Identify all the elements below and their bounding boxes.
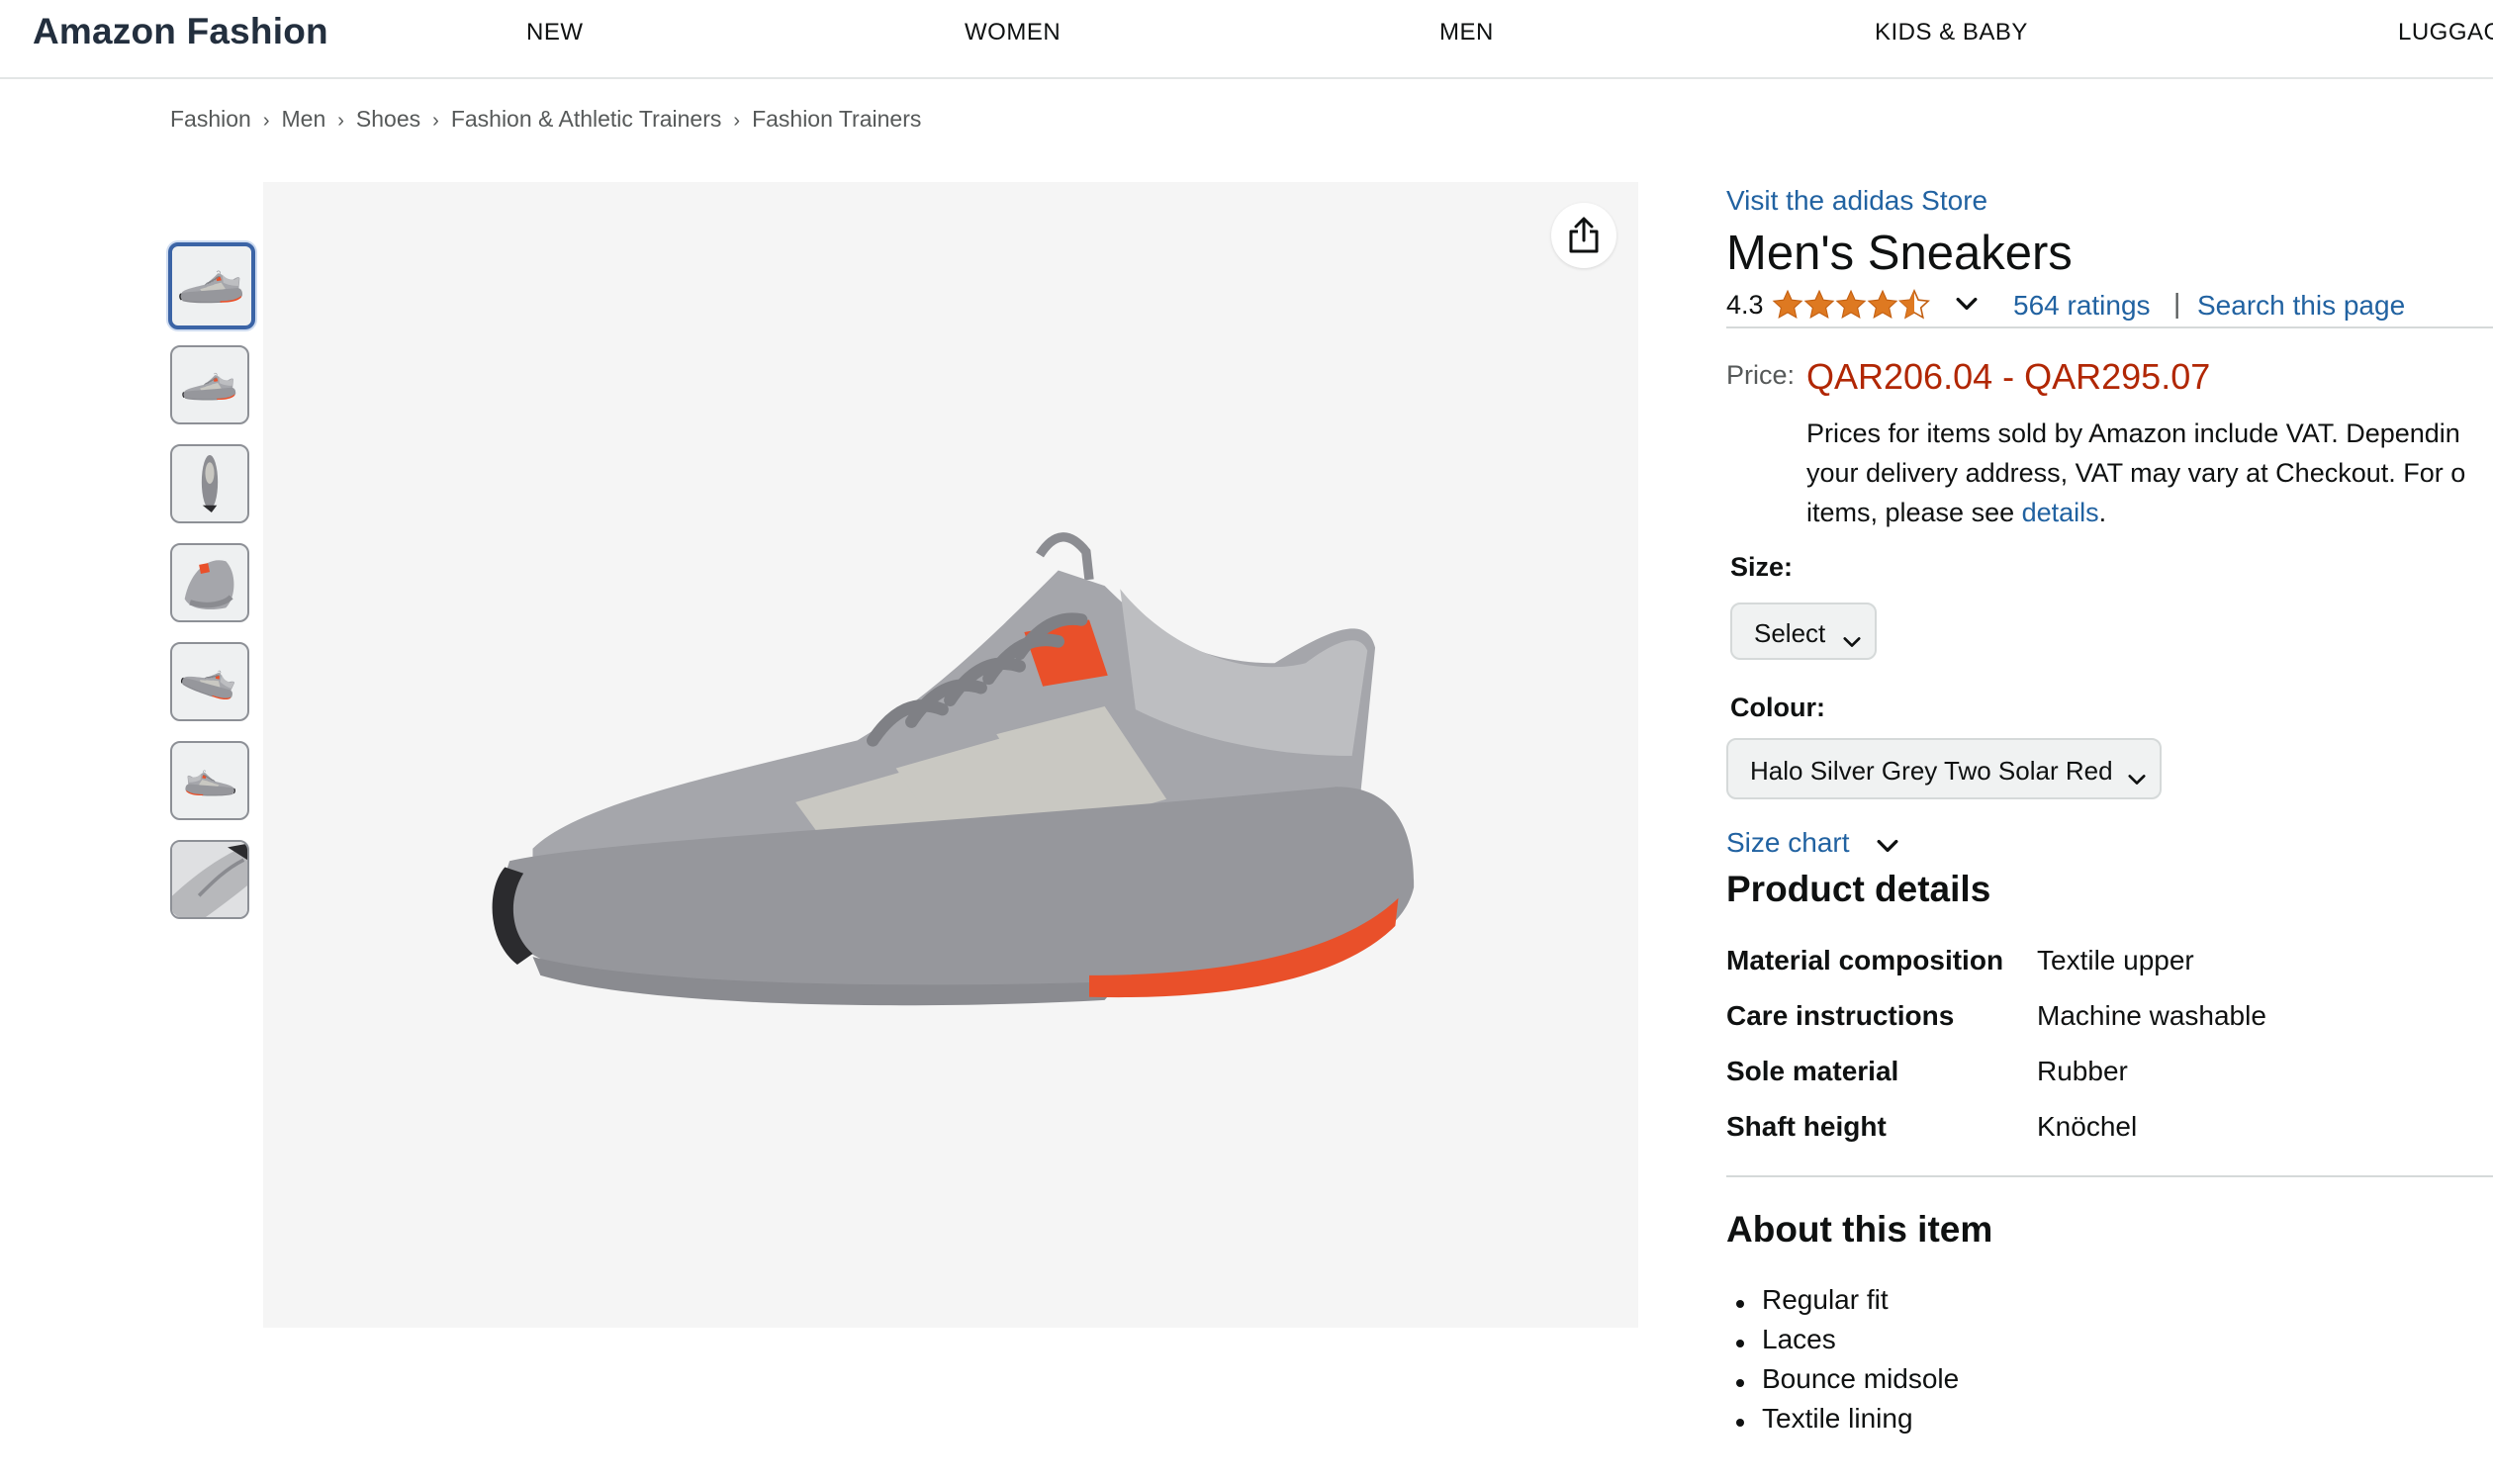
vat-line-2: your delivery address, VAT may vary at C…	[1806, 458, 2466, 488]
nav-men[interactable]: MEN	[1439, 19, 1494, 46]
thumbnail-2[interactable]	[170, 345, 249, 424]
rating-value: 4.3	[1726, 290, 1764, 320]
nav-women[interactable]: WOMEN	[965, 19, 1061, 46]
detail-value: Machine washable	[2037, 1000, 2266, 1031]
thumbnail-6[interactable]	[170, 741, 249, 820]
colour-selected-value: Halo Silver Grey Two Solar Red	[1750, 756, 2113, 786]
table-row: Shaft height Knöchel	[1726, 1111, 2493, 1166]
divider	[1726, 1175, 2493, 1177]
breadcrumb-athletic-trainers[interactable]: Fashion & Athletic Trainers	[451, 106, 722, 132]
detail-value: Textile upper	[2037, 945, 2194, 975]
main-product-image[interactable]	[263, 182, 1638, 1328]
size-chart-label: Size chart	[1726, 827, 1850, 858]
vat-line-1: Prices for items sold by Amazon include …	[1806, 418, 2460, 448]
vat-line-3: items, please see details.	[1806, 493, 2493, 532]
chevron-down-icon	[2128, 762, 2146, 792]
list-item: Bounce midsole	[1736, 1363, 1959, 1403]
breadcrumb-shoes[interactable]: Shoes	[356, 106, 420, 132]
breadcrumb-men[interactable]: Men	[282, 106, 326, 132]
list-item: Regular fit	[1736, 1284, 1959, 1324]
nav-luggage[interactable]: LUGGAG	[2398, 19, 2493, 46]
top-navigation: Amazon Fashion NEW WOMEN MEN KIDS & BABY…	[0, 0, 2493, 79]
nav-kids-baby[interactable]: KIDS & BABY	[1875, 19, 2028, 46]
shoe-image	[471, 489, 1460, 1023]
price-range: QAR206.04 - QAR295.07	[1806, 356, 2211, 397]
detail-key: Care instructions	[1726, 1000, 1955, 1031]
colour-label: Colour:	[1730, 693, 1825, 722]
rating-row: 4.3 564 ratings | Search this page	[1726, 287, 2493, 328]
product-details-heading: Product details	[1726, 869, 1991, 909]
vat-details-link[interactable]: details	[2022, 498, 2099, 527]
rating-stars[interactable]	[1772, 287, 1956, 327]
brand-logo[interactable]: Amazon Fashion	[33, 11, 328, 52]
thumbnail-1[interactable]	[168, 242, 255, 329]
detail-key: Shaft height	[1726, 1111, 1887, 1142]
about-list: Regular fit Laces Bounce midsole Textile…	[1736, 1284, 1959, 1442]
separator: |	[2173, 288, 2181, 319]
chevron-down-icon[interactable]	[1956, 297, 1978, 316]
colour-dropdown[interactable]: Halo Silver Grey Two Solar Red	[1726, 738, 2162, 799]
size-chart-toggle[interactable]: Size chart	[1726, 827, 1898, 859]
search-this-page-link[interactable]: Search this page	[2197, 290, 2405, 322]
table-row: Sole material Rubber	[1726, 1056, 2493, 1111]
chevron-down-icon	[1877, 839, 1898, 853]
product-title: Men's Sneakers	[1726, 227, 2073, 280]
vat-period: .	[2098, 498, 2107, 527]
breadcrumb-fashion-trainers[interactable]: Fashion Trainers	[752, 106, 921, 132]
detail-value: Knöchel	[2037, 1111, 2138, 1142]
thumbnail-5[interactable]	[170, 642, 249, 721]
breadcrumb-fashion[interactable]: Fashion	[170, 106, 251, 132]
thumbnail-7[interactable]	[170, 840, 249, 919]
thumbnail-4[interactable]	[170, 543, 249, 622]
store-link[interactable]: Visit the adidas Store	[1726, 185, 1987, 217]
breadcrumb: Fashion › Men › Shoes › Fashion & Athletic Tra…	[170, 106, 921, 133]
size-label: Size:	[1730, 552, 1794, 582]
size-dropdown[interactable]: Select	[1730, 603, 1877, 660]
vat-notice: Prices for items sold by Amazon include …	[1806, 414, 2493, 532]
chevron-down-icon	[1843, 624, 1861, 655]
size-selected-value: Select	[1754, 618, 1826, 648]
breadcrumb-separator: ›	[337, 110, 344, 132]
list-item: Textile lining	[1736, 1403, 1959, 1442]
breadcrumb-separator: ›	[733, 110, 741, 132]
nav-new[interactable]: NEW	[526, 19, 584, 46]
list-item: Laces	[1736, 1324, 1959, 1363]
table-row: Material composition Textile upper	[1726, 945, 2493, 1000]
ratings-count-link[interactable]: 564 ratings	[2013, 290, 2151, 322]
about-heading: About this item	[1726, 1209, 1993, 1250]
breadcrumb-separator: ›	[432, 110, 439, 132]
thumbnail-3[interactable]	[170, 444, 249, 523]
detail-key: Material composition	[1726, 945, 2004, 975]
table-row: Care instructions Machine washable	[1726, 1000, 2493, 1056]
detail-value: Rubber	[2037, 1056, 2128, 1086]
vat-line-3-text: items, please see	[1806, 498, 2022, 527]
share-button[interactable]	[1551, 203, 1616, 268]
price-label: Price:	[1726, 360, 1796, 390]
detail-key: Sole material	[1726, 1056, 1899, 1086]
breadcrumb-separator: ›	[262, 110, 270, 132]
